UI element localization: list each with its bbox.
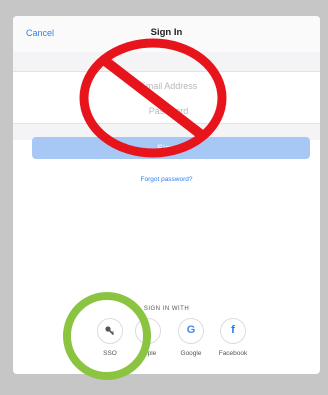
facebook-label: Facebook bbox=[218, 350, 248, 357]
email-field[interactable] bbox=[13, 72, 320, 100]
facebook-button[interactable]: f Facebook bbox=[208, 318, 258, 357]
sso-icon-circle bbox=[97, 318, 123, 344]
password-field-row bbox=[13, 97, 320, 125]
google-icon-circle: G bbox=[178, 318, 204, 344]
key-icon bbox=[105, 326, 115, 336]
google-icon: G bbox=[186, 324, 196, 336]
apple-icon: ● bbox=[144, 324, 152, 336]
forgot-password-link[interactable]: Forgot password? bbox=[13, 176, 320, 183]
password-field[interactable] bbox=[13, 97, 320, 125]
email-field-row bbox=[13, 71, 320, 100]
apple-icon-circle: ● bbox=[135, 318, 161, 344]
page-title: Sign In bbox=[150, 27, 183, 38]
navigation-bar: Cancel Sign In bbox=[13, 16, 320, 53]
sign-in-sheet: Cancel Sign In Sign In Forgot password? … bbox=[13, 16, 320, 374]
sign-in-button[interactable]: Sign In bbox=[32, 137, 310, 159]
facebook-icon: f bbox=[231, 324, 235, 336]
sign-in-with-heading: SIGN IN WITH bbox=[143, 306, 190, 312]
facebook-icon-circle: f bbox=[220, 318, 246, 344]
